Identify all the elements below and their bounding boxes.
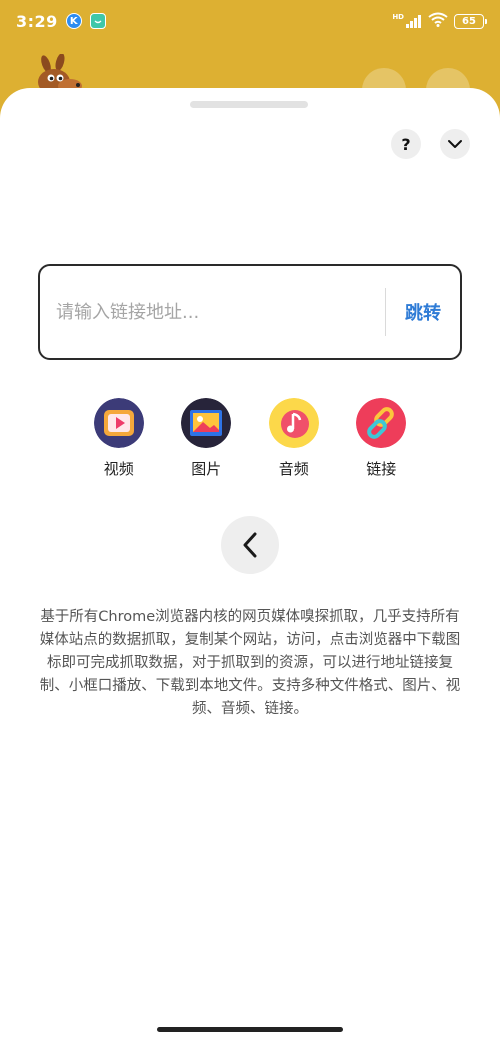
category-list: 视频 图片 音频 链接 [75,398,425,479]
video-icon [93,398,144,448]
url-input[interactable] [40,266,385,358]
k-app-icon: K [65,13,82,29]
chevron-left-icon [243,532,257,558]
signal-icon: HD [392,14,422,28]
home-indicator[interactable] [157,1027,343,1032]
chevron-down-icon [448,140,462,148]
drag-handle[interactable] [190,101,308,108]
status-bar: 3:29 K HD 65 [0,0,500,42]
url-input-box: 跳转 [38,264,462,360]
hd-label: HD [392,13,404,21]
jump-button[interactable]: 跳转 [386,266,460,358]
music-icon [268,398,319,448]
category-label: 图片 [191,460,222,478]
image-icon [181,398,232,448]
help-icon: ? [401,134,411,154]
link-icon [356,398,407,448]
status-time: 3:29 [16,11,58,31]
wifi-icon [428,12,448,31]
chat-app-icon [89,13,106,29]
category-label: 链接 [366,460,397,478]
category-audio[interactable]: 音频 [250,398,338,479]
bottom-sheet: ? 跳转 视频 [0,88,500,1040]
category-label: 音频 [278,460,309,478]
category-image[interactable]: 图片 [163,398,251,479]
help-button[interactable]: ? [391,129,421,159]
status-indicators: HD 65 [392,12,487,31]
collapse-button[interactable] [440,129,470,159]
back-button[interactable] [221,516,279,574]
battery-indicator: 65 [454,13,487,29]
category-label: 视频 [103,460,134,478]
category-video[interactable]: 视频 [75,398,163,479]
category-link[interactable]: 链接 [338,398,426,479]
feature-description: 基于所有Chrome浏览器内核的网页媒体嗅探抓取，几乎支持所有媒体站点的数据抓取… [39,609,461,717]
